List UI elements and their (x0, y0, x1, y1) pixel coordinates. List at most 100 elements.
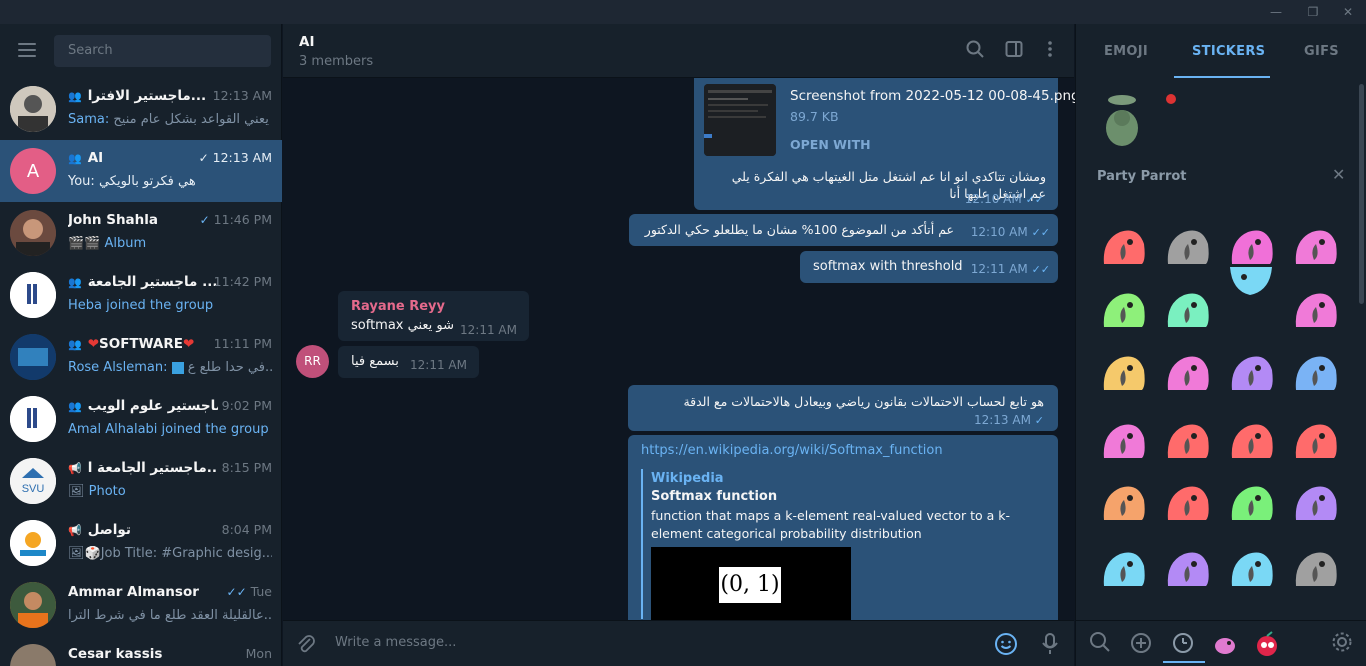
chat-item[interactable]: 👥 ماجستير الافترا... 12:13 AM Sama: يعني … (0, 78, 282, 140)
chat-preview: Heba joined the group (68, 298, 214, 313)
sticker-parrot[interactable] (1226, 476, 1276, 526)
chat-name: ماجستير الجامعة ... (87, 274, 218, 290)
chat-item[interactable]: 👥 ❤SOFTWARE❤ 11:11 PM Rose Alsleman: في ح… (0, 326, 282, 388)
message-time: 12:11 AM (460, 323, 517, 337)
sticker-panel: EMOJI STICKERS GIFS Party Parrot ✕ (1075, 24, 1366, 666)
incoming-message: Rayane Reyy softmax شو يعني 12:11 AM (338, 291, 529, 341)
sticker-small[interactable] (1166, 94, 1176, 104)
sticker-parrot[interactable] (1162, 283, 1212, 333)
sticker-parrot[interactable] (1226, 414, 1276, 464)
minimize-icon[interactable]: — (1268, 4, 1284, 20)
sticker-parrot[interactable] (1162, 346, 1212, 396)
chat-item[interactable]: 📢 تواصل 8:04 PM 🖼🎲Job Title: #Graphic des… (0, 512, 282, 574)
double-check-icon: ✓✓ (1025, 193, 1044, 206)
chat-item[interactable]: 👥 ماجستير علوم الويب 9:02 PM Amal Alhalab… (0, 388, 282, 450)
chat-item[interactable]: Ammar Almansor ✓✓ Tue عالقليلة العقد طلع … (0, 574, 282, 636)
avatar: SVU (10, 458, 56, 504)
sticker-parrot[interactable] (1162, 220, 1212, 270)
sidebar-toggle-icon[interactable] (1003, 40, 1025, 62)
attach-icon[interactable] (295, 633, 317, 655)
chat-preview: Sama: يعني القواعد بشكل عام منيح (68, 112, 269, 127)
file-name[interactable]: Screenshot from 2022-05-12 00-08-45.png (790, 88, 1080, 104)
chat-name: AI (87, 150, 104, 166)
chat-item[interactable]: John Shahla ✓ 11:46 PM 🎬🎬 Album (0, 202, 282, 264)
message-text: هو تابع لحساب الاحتمالات بقانون رياضي وب… (683, 394, 1044, 409)
avatar (10, 582, 56, 628)
message-time: 12:11 AM (410, 358, 467, 372)
chat-item[interactable]: SVU 📢 ماجستير الجامعة ا... 8:15 PM 🖼 Phot… (0, 450, 282, 512)
message-text: softmax with threshold (813, 259, 963, 274)
file-thumbnail[interactable] (704, 84, 776, 156)
sticker-parrot[interactable] (1098, 542, 1148, 592)
sender-name[interactable]: Rayane Reyy (351, 299, 445, 314)
chat-preview: عالقليلة العقد طلع ما في شرط الترا... (68, 608, 272, 623)
chat-title[interactable]: AI (299, 34, 314, 50)
message-time: 12:10 AM (970, 225, 1028, 239)
close-pack-icon[interactable]: ✕ (1332, 167, 1348, 183)
add-sticker-icon[interactable] (1129, 631, 1153, 655)
sticker-parrot[interactable] (1290, 346, 1340, 396)
sticker-parrot[interactable] (1098, 283, 1148, 333)
tab-emoji[interactable]: EMOJI (1104, 44, 1148, 59)
maximize-icon[interactable]: ❐ (1305, 4, 1321, 20)
sticker-parrot[interactable] (1098, 220, 1148, 270)
avatar: A (10, 148, 56, 194)
chat-name: John Shahla (68, 212, 159, 228)
search-icon[interactable] (964, 40, 986, 62)
tab-stickers[interactable]: STICKERS (1192, 44, 1265, 59)
more-options-icon[interactable] (1039, 40, 1061, 62)
sticker-parrot[interactable] (1162, 414, 1212, 464)
avatar[interactable]: RR (296, 345, 329, 378)
menu-icon[interactable] (18, 43, 36, 57)
chat-item-active[interactable]: A 👥 AI ✓ 12:13 AM You: هي فكرتو بالويكي (0, 140, 282, 202)
link-site-name: Wikipedia (651, 471, 724, 486)
search-icon[interactable] (1088, 631, 1112, 655)
message-input[interactable]: Write a message... (335, 635, 456, 650)
open-with-button[interactable]: OPEN WITH (790, 137, 871, 152)
check-icon: ✓ (1034, 414, 1044, 427)
avatar (10, 644, 56, 666)
emoji-icon[interactable] (994, 632, 1018, 656)
check-icon: ✓ (199, 213, 210, 227)
chat-name: Ammar Almansor (68, 584, 199, 600)
chat-area: AI 3 members Screenshot from 2022-05-12 … (283, 24, 1080, 666)
link-url[interactable]: https://en.wikipedia.org/wiki/Softmax_fu… (641, 443, 943, 458)
sticker-parrot[interactable] (1226, 263, 1276, 313)
sticker-parrot[interactable] (1290, 283, 1340, 333)
chat-list-header: Search (0, 24, 281, 78)
sticker-parrot[interactable] (1098, 346, 1148, 396)
chat-item[interactable]: 👥 ماجستير الجامعة ... 11:42 PM Heba joine… (0, 264, 282, 326)
incoming-message: بسمع فيا 12:11 AM (338, 346, 479, 378)
sticker-parrot[interactable] (1290, 542, 1340, 592)
scrollbar[interactable] (1359, 84, 1364, 304)
search-input[interactable]: Search (54, 35, 271, 67)
sticker-parrot[interactable] (1290, 476, 1340, 526)
sticker-parrot[interactable] (1162, 476, 1212, 526)
sticker-parrot[interactable] (1226, 346, 1276, 396)
sticker-parrot[interactable] (1290, 414, 1340, 464)
tab-gifs[interactable]: GIFS (1304, 44, 1339, 59)
microphone-icon[interactable] (1040, 632, 1060, 656)
chat-preview: 🖼🎲Job Title: #Graphic desig... (68, 546, 272, 561)
close-icon[interactable]: ✕ (1340, 4, 1356, 20)
chat-item[interactable]: Cesar kassis Mon (0, 636, 282, 666)
recent-icon[interactable] (1171, 631, 1195, 655)
sticker-parrot[interactable] (1098, 414, 1148, 464)
sticker-parrot[interactable] (1290, 220, 1340, 270)
parrot-pack-icon[interactable] (1213, 631, 1237, 655)
chat-preview: 🎬🎬 Album (68, 236, 147, 251)
settings-icon[interactable] (1330, 631, 1354, 655)
link-preview-image[interactable]: (0, 1) (651, 547, 851, 620)
heart-icon: ❤ (183, 336, 195, 352)
math-formula: (0, 1) (719, 567, 781, 603)
sticker-parrot[interactable] (1226, 542, 1276, 592)
chat-name: SOFTWARE (99, 336, 183, 352)
chat-time: Tue (250, 584, 272, 599)
group-icon: 👥 (68, 338, 82, 351)
sticker-turtle[interactable] (1098, 92, 1148, 148)
sticker-parrot[interactable] (1098, 476, 1148, 526)
sticker-parrot[interactable] (1162, 542, 1212, 592)
chat-preview: Rose Alsleman: في حدا طلع ع... (68, 360, 272, 375)
heart-icon: ❤ (87, 336, 100, 352)
cherry-pack-icon[interactable] (1254, 631, 1278, 656)
